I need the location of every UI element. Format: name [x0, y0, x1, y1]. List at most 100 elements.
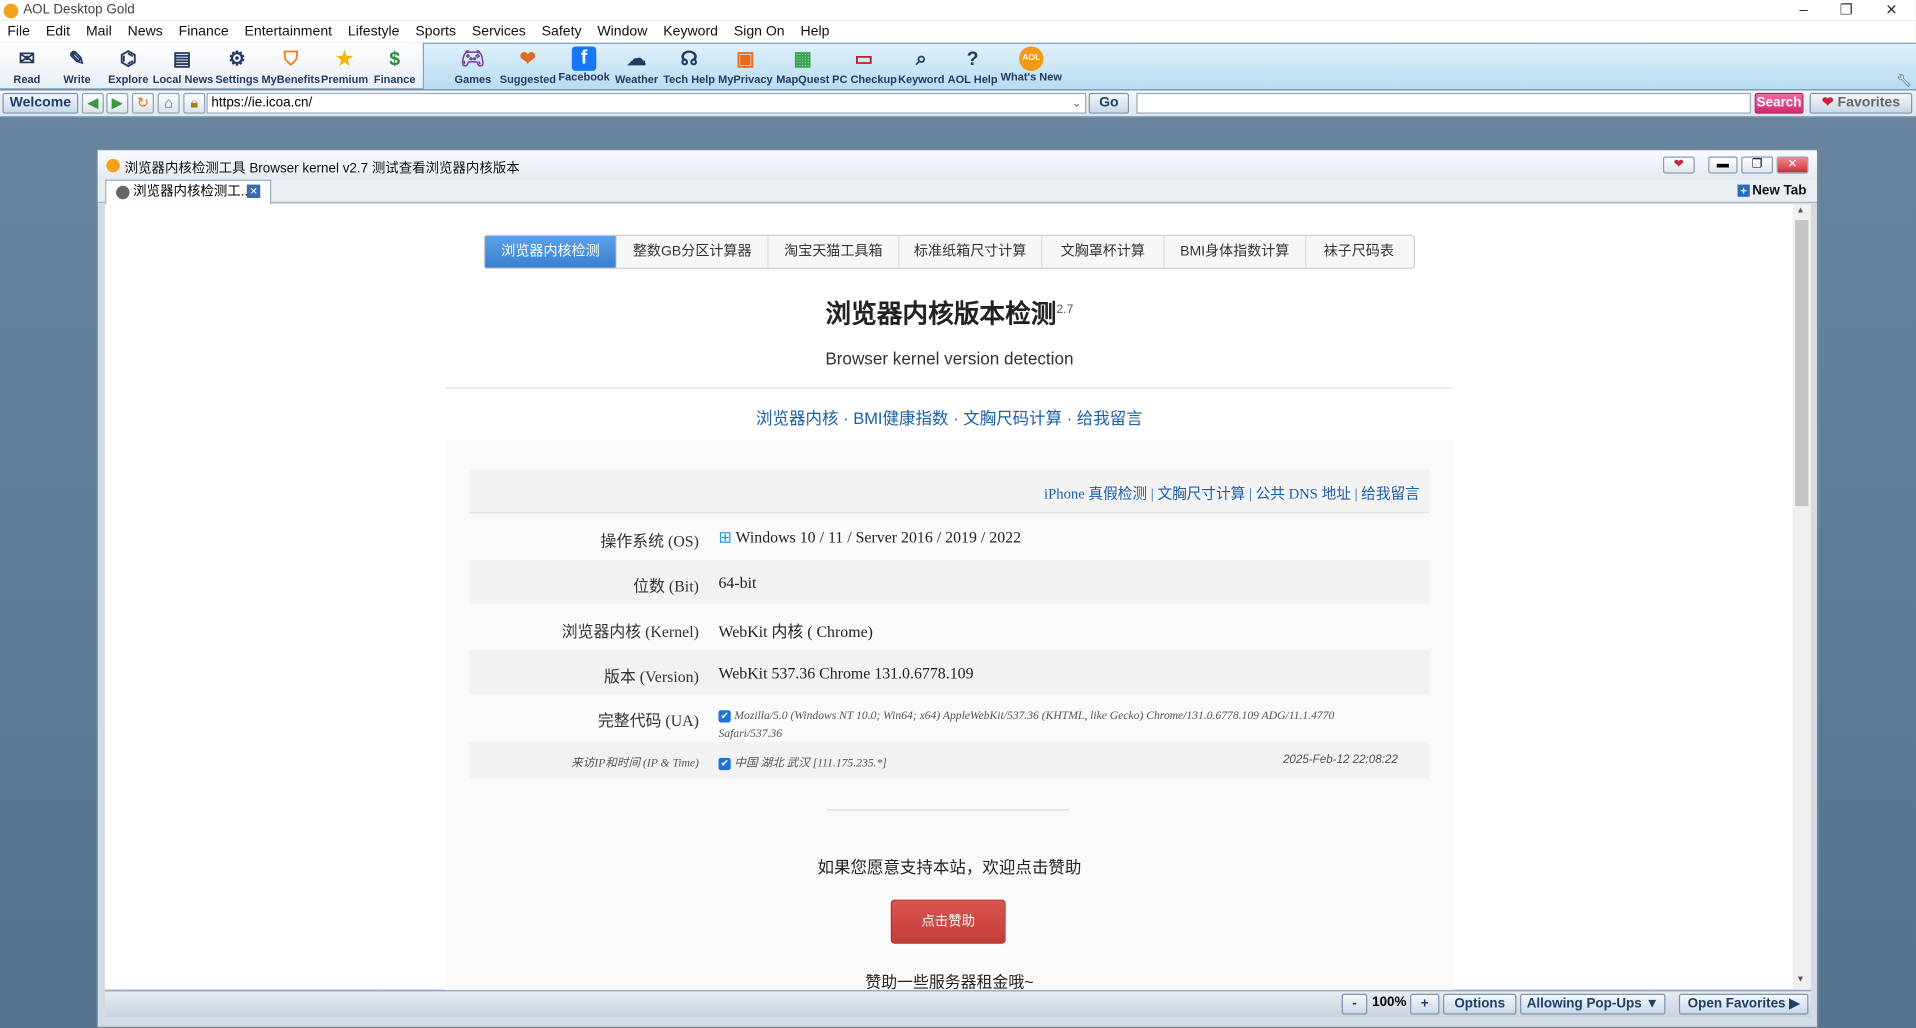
window-restore-icon[interactable]: ❐: [1741, 156, 1773, 174]
bit-label: 位数 (Bit): [633, 576, 699, 596]
toolbar-tech-help[interactable]: ☊ Tech Help: [662, 45, 716, 87]
toolbar-aol-help[interactable]: ? AOL Help: [947, 45, 998, 87]
lock-icon[interactable]: 🔒︎: [183, 92, 206, 114]
search-input[interactable]: [1136, 92, 1751, 114]
close-icon[interactable]: ✕: [1879, 1, 1903, 18]
chevron-down-icon[interactable]: ⌄: [1072, 94, 1081, 112]
header-links[interactable]: iPhone 真假检测 | 文胸尺寸计算 | 公共 DNS 地址 | 给我留言: [1044, 483, 1420, 504]
menu-help[interactable]: Help: [800, 21, 829, 43]
app-titlebar: AOL Desktop Gold – ❐ ✕: [0, 0, 1916, 21]
ua-value: ✔ Mozilla/5.0 (Windows NT 10.0; Win64; x6…: [718, 710, 1334, 723]
menu-edit[interactable]: Edit: [46, 21, 70, 43]
refresh-icon[interactable]: ↻: [131, 92, 154, 114]
window-close-icon[interactable]: ✕: [1776, 156, 1809, 174]
menu-bar: File Edit Mail News Finance Entertainmen…: [0, 20, 1916, 43]
scroll-up-icon[interactable]: ▲: [1796, 207, 1804, 216]
menu-safety[interactable]: Safety: [542, 21, 582, 43]
nav-tab-bmi[interactable]: BMI身体指数计算: [1164, 235, 1307, 268]
nav-tab-browser-kernel[interactable]: 浏览器内核检测: [485, 235, 618, 268]
tab-label: 浏览器内核检测工...: [133, 184, 252, 200]
toolbar-customize-icon[interactable]: 🔧︎: [1896, 75, 1912, 88]
menu-file[interactable]: File: [7, 21, 30, 43]
zoom-out-button[interactable]: -: [1341, 993, 1368, 1015]
new-tab-button[interactable]: + New Tab: [1737, 183, 1806, 198]
forward-arrow-icon[interactable]: ▶: [106, 92, 129, 114]
minimize-icon[interactable]: –: [1791, 1, 1815, 18]
bit-value: 64-bit: [718, 573, 757, 592]
popups-button[interactable]: Allowing Pop-Ups ▼: [1520, 993, 1666, 1015]
money-icon: $: [389, 48, 401, 70]
window-minimize-icon[interactable]: ▬: [1708, 156, 1738, 174]
menu-keyword[interactable]: Keyword: [663, 21, 718, 43]
site-favicon-icon: [116, 185, 130, 200]
favorite-heart-icon[interactable]: ❤: [1663, 156, 1695, 174]
tab-close-icon[interactable]: ✕: [246, 184, 261, 199]
scroll-down-icon[interactable]: ▼: [1796, 975, 1804, 984]
menu-finance[interactable]: Finance: [179, 21, 229, 43]
menu-services[interactable]: Services: [472, 21, 526, 43]
search-button[interactable]: Search: [1754, 92, 1804, 114]
zoom-in-button[interactable]: +: [1410, 993, 1440, 1015]
url-input[interactable]: https://ie.icoa.cn/ ⌄: [206, 92, 1087, 114]
nav-tab-cup-size[interactable]: 文胸罩杯计算: [1042, 235, 1165, 268]
toolbar-facebook[interactable]: f Facebook: [558, 45, 610, 87]
menu-lifestyle[interactable]: Lifestyle: [348, 21, 400, 43]
toolbar-read[interactable]: ✉ Read: [5, 45, 49, 87]
toolbar-premium[interactable]: ★ Premium: [320, 45, 369, 87]
scrollbar-thumb[interactable]: [1794, 220, 1809, 507]
support-text: 如果您愿意支持本站，欢迎点击赞助: [817, 858, 1082, 877]
gear-icon: ⚙: [228, 48, 246, 70]
nav-tab-sock-size[interactable]: 袜子尺码表: [1306, 236, 1411, 268]
toolbar-explore[interactable]: ⌬ Explore: [105, 45, 151, 87]
nav-tab-taobao-tools[interactable]: 淘宝天猫工具箱: [769, 235, 900, 268]
open-favorites-button[interactable]: Open Favorites ▶: [1678, 993, 1809, 1015]
nav-tab-gb-partition[interactable]: 整数GB分区计算器: [617, 235, 769, 268]
toolbar-mybenefits[interactable]: ⛉ MyBenefits: [261, 45, 320, 87]
toolbar-keyword[interactable]: ⌕ Keyword: [897, 45, 946, 87]
go-button[interactable]: Go: [1088, 92, 1130, 114]
tab-browser-kernel[interactable]: 浏览器内核检测工... ✕: [105, 179, 272, 205]
divider: [827, 809, 1070, 811]
quick-links[interactable]: 浏览器内核 · BMI健康指数 · 文胸尺码计算 · 给我留言: [445, 405, 1454, 429]
home-icon[interactable]: ⌂: [157, 92, 180, 114]
facebook-icon: f: [571, 46, 597, 71]
menu-sports[interactable]: Sports: [415, 21, 456, 43]
toolbar-suggested[interactable]: ❤ Suggested: [499, 45, 558, 87]
menu-entertainment[interactable]: Entertainment: [245, 21, 332, 43]
toolbar-myprivacy[interactable]: ▣ MyPrivacy: [717, 45, 773, 87]
menu-sign-on[interactable]: Sign On: [734, 21, 785, 43]
help-icon: ?: [966, 48, 979, 70]
menu-mail[interactable]: Mail: [86, 21, 112, 43]
toolbar-pc-checkup[interactable]: ▭ PC Checkup: [832, 45, 897, 87]
menu-news[interactable]: News: [128, 21, 163, 43]
back-arrow-icon[interactable]: ◀: [81, 92, 104, 114]
ip-label: 来访IP和时间 (IP & Time): [571, 757, 699, 771]
donate-button[interactable]: 点击赞助: [890, 899, 1006, 944]
toolbar-mapquest[interactable]: ▦ MapQuest: [775, 45, 831, 87]
aol-badge-icon: AOL: [1019, 46, 1044, 71]
kernel-value: WebKit 内核 ( Chrome): [718, 622, 873, 641]
toolbar-write[interactable]: ✎ Write: [54, 45, 100, 87]
toolbar-local-news[interactable]: ▤ Local News: [153, 45, 214, 87]
toolbar-whats-new[interactable]: AOL What's New: [1000, 45, 1064, 87]
nav-tab-carton-size[interactable]: 标准纸箱尺寸计算: [899, 235, 1043, 268]
ua-row: 完整代码 (UA) ✔ Mozilla/5.0 (Windows NT 10.0;…: [469, 696, 1429, 742]
toolbar-games[interactable]: 🎮︎ Games: [450, 45, 496, 87]
checkbox-icon[interactable]: ✔: [718, 757, 731, 771]
toolbar-finance[interactable]: $ Finance: [371, 45, 417, 87]
options-button[interactable]: Options: [1443, 993, 1517, 1015]
checkbox-icon[interactable]: ✔: [718, 710, 731, 723]
star-icon: ★: [335, 48, 354, 70]
app-title: AOL Desktop Gold: [23, 2, 135, 18]
aol-logo-icon: [106, 158, 120, 173]
toolbar-settings[interactable]: ⚙ Settings: [214, 45, 260, 87]
divider: [444, 387, 1455, 389]
welcome-button[interactable]: Welcome: [2, 92, 79, 114]
toolbar-weather[interactable]: ☁ Weather: [611, 45, 662, 87]
map-icon: ▦: [793, 48, 813, 70]
menu-window[interactable]: Window: [597, 21, 647, 43]
kernel-label: 浏览器内核 (Kernel): [561, 622, 699, 641]
shield-star-icon: ⛉: [283, 48, 299, 70]
maximize-icon[interactable]: ❐: [1834, 1, 1858, 18]
favorites-button[interactable]: ❤ Favorites: [1809, 92, 1913, 114]
